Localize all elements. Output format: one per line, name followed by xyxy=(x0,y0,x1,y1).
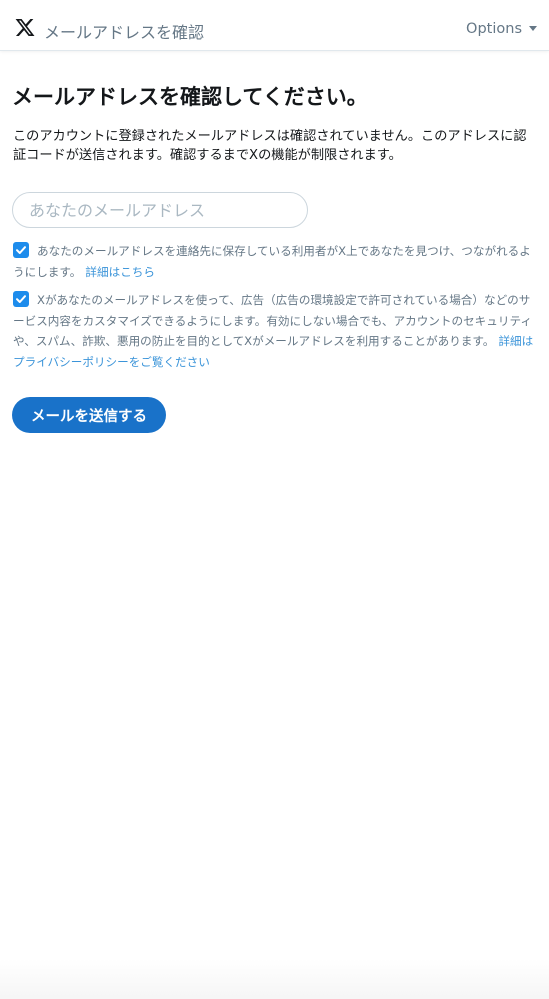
consent-personalization: Xがあなたのメールアドレスを使って、広告（広告の環境設定で許可されている場合）な… xyxy=(13,290,535,372)
options-label: Options xyxy=(466,21,522,37)
caret-down-icon xyxy=(529,25,537,31)
header-title: メールアドレスを確認 xyxy=(44,23,205,42)
consent-discoverable: あなたのメールアドレスを連絡先に保存している利用者がX上であなたを見つけ、つなが… xyxy=(13,241,535,282)
check-icon xyxy=(16,295,26,303)
intro-text: このアカウントに登録されたメールアドレスは確認されていません。このアドレスに認証… xyxy=(13,129,527,163)
top-bar: メールアドレスを確認 Options xyxy=(0,0,549,51)
learn-more-link[interactable]: 詳細はこちら xyxy=(85,265,155,279)
x-logo-icon[interactable] xyxy=(14,17,36,38)
check-icon xyxy=(16,246,26,254)
bottom-fade xyxy=(0,959,549,999)
send-email-button[interactable]: メールを送信する xyxy=(12,397,166,433)
personalization-text: Xがあなたのメールアドレスを使って、広告（広告の環境設定で許可されている場合）な… xyxy=(13,293,532,348)
personalization-checkbox[interactable] xyxy=(13,291,29,307)
page-title: メールアドレスを確認してください。 xyxy=(12,85,368,109)
options-menu[interactable]: Options xyxy=(466,21,537,37)
email-input[interactable] xyxy=(12,192,308,228)
discoverable-checkbox[interactable] xyxy=(13,242,29,258)
